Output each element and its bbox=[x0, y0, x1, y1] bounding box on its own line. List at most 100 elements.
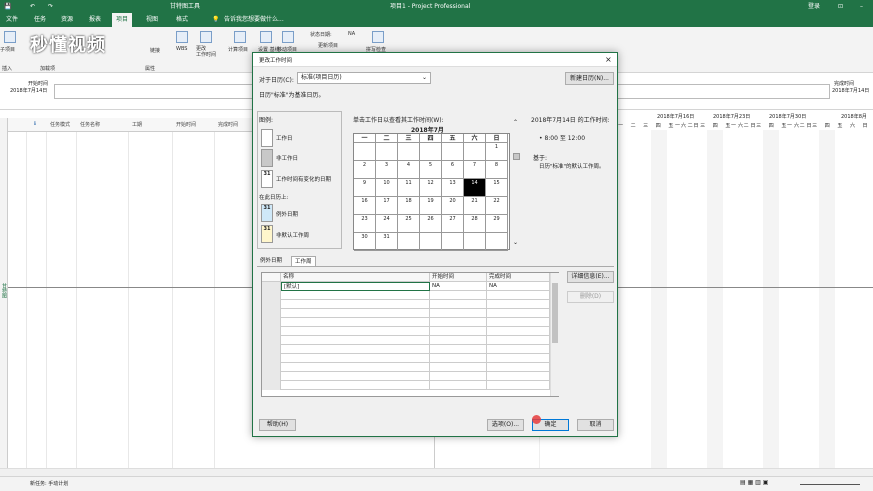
calendar-day[interactable]: 23 bbox=[354, 215, 376, 233]
calc-project-label[interactable]: 计算项目 bbox=[228, 46, 248, 53]
subproject-icon[interactable] bbox=[4, 31, 16, 43]
calendar-day[interactable]: 14 bbox=[464, 179, 486, 197]
calendar-day[interactable]: 9 bbox=[354, 179, 376, 197]
move-project-icon[interactable] bbox=[282, 31, 294, 43]
calendar-day[interactable]: 10 bbox=[376, 179, 398, 197]
calendar-day[interactable]: 18 bbox=[398, 197, 420, 215]
calendar-scroll-down-icon[interactable]: ⌄ bbox=[513, 239, 518, 246]
calc-project-icon[interactable] bbox=[234, 31, 246, 43]
calendar-day[interactable]: 24 bbox=[376, 215, 398, 233]
title-bar: 💾 ↶ ↷ 甘特图工具 项目1 - Project Professional 登… bbox=[0, 0, 873, 13]
table-row[interactable] bbox=[262, 291, 550, 300]
view-shortcut-icons[interactable]: ▤ ▦ ▥ ▣ bbox=[740, 479, 768, 486]
tab-resource[interactable]: 资源 bbox=[57, 13, 77, 27]
help-button[interactable]: 帮助(H) bbox=[259, 419, 296, 431]
calendar-day[interactable]: 29 bbox=[486, 215, 508, 233]
table-row[interactable] bbox=[262, 327, 550, 336]
baseline-icon[interactable] bbox=[260, 31, 272, 43]
calendar-day[interactable]: 5 bbox=[420, 161, 442, 179]
col-duration[interactable]: 工期 bbox=[132, 121, 142, 128]
wbs-icon[interactable] bbox=[176, 31, 188, 43]
table-row[interactable] bbox=[262, 300, 550, 309]
col-start[interactable]: 开始时间 bbox=[176, 121, 196, 128]
calendar-grid[interactable]: 一二三四五六日 1 2 3 4 5 6 7 8 9 10 11 12 13 14 15 16 17 18 19 20 21… bbox=[353, 133, 510, 251]
tab-view[interactable]: 视图 bbox=[142, 13, 162, 27]
redo-icon[interactable]: ↷ bbox=[48, 0, 53, 13]
calendar-select[interactable]: 标准(项目日历) ⌄ bbox=[297, 72, 431, 84]
tab-task[interactable]: 任务 bbox=[30, 13, 50, 27]
calendar-day[interactable]: 30 bbox=[354, 233, 376, 251]
horizontal-scrollbar[interactable] bbox=[0, 468, 873, 476]
new-calendar-button[interactable]: 新建日历(N)... bbox=[565, 72, 614, 85]
calendar-day[interactable]: 20 bbox=[442, 197, 464, 215]
calendar-day[interactable]: 28 bbox=[464, 215, 486, 233]
tab-project[interactable]: 项目 bbox=[112, 13, 133, 27]
minimize-icon[interactable]: – bbox=[860, 0, 863, 13]
calendar-day[interactable]: 21 bbox=[464, 197, 486, 215]
table-row[interactable] bbox=[262, 345, 550, 354]
table-row[interactable] bbox=[262, 318, 550, 327]
calendar-day[interactable]: 15 bbox=[486, 179, 508, 197]
details-button[interactable]: 详细信息(E)... bbox=[567, 271, 614, 283]
calendar-day[interactable]: 12 bbox=[420, 179, 442, 197]
tab-report[interactable]: 报表 bbox=[85, 13, 105, 27]
change-worktime-icon[interactable] bbox=[200, 31, 212, 43]
ribbon-display-icon[interactable]: ⊡ bbox=[838, 0, 843, 13]
table-row[interactable] bbox=[262, 336, 550, 345]
update-project-label[interactable]: 更新项目 bbox=[318, 42, 338, 49]
calendar-scroll-up-icon[interactable]: ⌃ bbox=[513, 119, 518, 126]
table-scrollbar[interactable] bbox=[550, 273, 559, 396]
calendar-day[interactable]: 13 bbox=[442, 179, 464, 197]
calendar-day[interactable]: 6 bbox=[442, 161, 464, 179]
calendar-day[interactable]: 7 bbox=[464, 161, 486, 179]
calendar-day[interactable]: 3 bbox=[376, 161, 398, 179]
wbs-label[interactable]: WBS bbox=[176, 46, 187, 52]
calendar-day[interactable]: 26 bbox=[420, 215, 442, 233]
table-row[interactable] bbox=[262, 372, 550, 381]
table-row[interactable] bbox=[262, 309, 550, 318]
calendar-day[interactable]: 25 bbox=[398, 215, 420, 233]
col-task-name[interactable]: 任务名称 bbox=[80, 121, 100, 128]
login-link[interactable]: 登录 bbox=[808, 0, 820, 13]
tell-me-search[interactable]: 告诉我您想要做什么... bbox=[220, 13, 288, 27]
spelling-icon[interactable] bbox=[372, 31, 384, 43]
table-row[interactable]: [默认] NA NA bbox=[262, 282, 550, 291]
delete-button[interactable]: 删除(D) bbox=[567, 291, 614, 303]
save-icon[interactable]: 💾 bbox=[4, 0, 11, 13]
calendar-day[interactable]: 19 bbox=[420, 197, 442, 215]
cancel-button[interactable]: 取消 bbox=[577, 419, 614, 431]
calendar-day[interactable]: 4 bbox=[398, 161, 420, 179]
new-tasks-status[interactable]: 新任务: 手动计划 bbox=[30, 480, 68, 487]
calendar-day[interactable]: 11 bbox=[398, 179, 420, 197]
table-row[interactable] bbox=[262, 354, 550, 363]
click-day-label: 单击工作日以查看其工作时间(W): bbox=[353, 117, 444, 124]
zoom-slider[interactable] bbox=[800, 484, 860, 485]
options-button[interactable]: 选项(O)... bbox=[487, 419, 524, 431]
calendar-day[interactable]: 16 bbox=[354, 197, 376, 215]
calendar-day[interactable]: 8 bbox=[486, 161, 508, 179]
tab-format[interactable]: 格式 bbox=[172, 13, 192, 27]
calendar-day[interactable]: 2 bbox=[354, 161, 376, 179]
calendar-day[interactable]: 22 bbox=[486, 197, 508, 215]
col-finish[interactable]: 完成时间 bbox=[218, 121, 238, 128]
scroll-thumb[interactable] bbox=[552, 283, 558, 343]
calendar-day[interactable]: 31 bbox=[376, 233, 398, 251]
table-row[interactable] bbox=[262, 381, 550, 390]
row-finish-cell[interactable]: NA bbox=[487, 282, 550, 291]
status-date-value[interactable]: NA bbox=[348, 31, 355, 37]
table-row[interactable] bbox=[262, 363, 550, 372]
for-calendar-label: 对于日历(C): bbox=[259, 77, 294, 84]
tab-file[interactable]: 文件 bbox=[2, 13, 22, 27]
calendar-day[interactable]: 1 bbox=[486, 143, 508, 161]
calendar-day[interactable]: 17 bbox=[376, 197, 398, 215]
row-start-cell[interactable]: NA bbox=[430, 282, 487, 291]
close-icon[interactable]: × bbox=[605, 55, 612, 64]
legend-edited-swatch: 31 bbox=[261, 170, 273, 188]
col-task-mode[interactable]: 任务模式 bbox=[50, 121, 70, 128]
calendar-day[interactable]: 27 bbox=[442, 215, 464, 233]
link-label[interactable]: 链接 bbox=[150, 47, 160, 54]
row-name-cell[interactable]: [默认] bbox=[281, 282, 430, 291]
workweeks-table[interactable]: 名称 开始时间 完成时间 [默认] NA NA bbox=[261, 272, 559, 397]
change-worktime-label[interactable]: 更改 工作时间 bbox=[196, 46, 224, 58]
undo-icon[interactable]: ↶ bbox=[30, 0, 35, 13]
